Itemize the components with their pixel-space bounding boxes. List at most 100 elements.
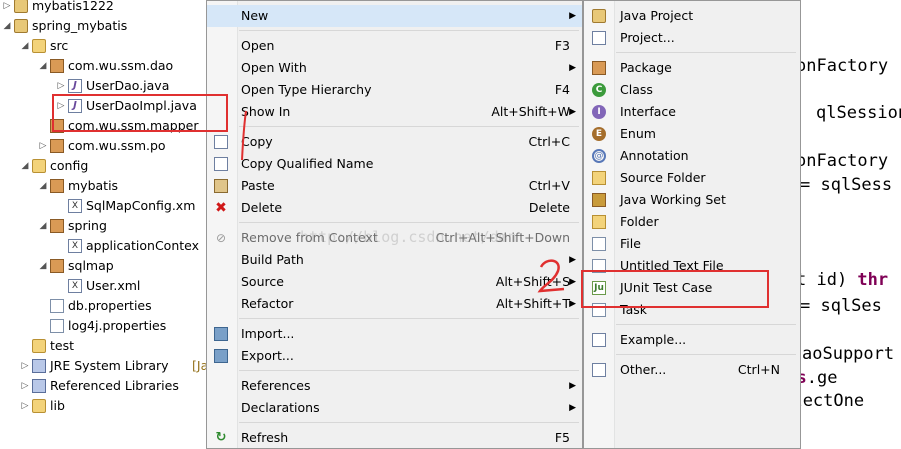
file-icon bbox=[50, 299, 64, 313]
menu-item-export[interactable]: Export... bbox=[207, 345, 582, 367]
menu-item-label: Refactor bbox=[241, 296, 294, 311]
menu-item-shortcut: F3 bbox=[554, 38, 570, 53]
menu-item-open[interactable]: Open F3 bbox=[207, 35, 582, 57]
submenu-item-java-working-set[interactable]: Java Working Set bbox=[584, 189, 800, 211]
submenu-item-label: Source Folder bbox=[620, 170, 706, 185]
menu-item-label: Delete bbox=[241, 200, 283, 215]
tree-item[interactable]: ▷ com.wu.ssm.po bbox=[0, 136, 210, 156]
tree-item[interactable]: ◢ config bbox=[0, 156, 210, 176]
import-icon bbox=[214, 327, 228, 341]
menu-item-open-with[interactable]: Open With ▶ bbox=[207, 57, 582, 79]
expand-arrow-icon[interactable]: ◢ bbox=[2, 16, 12, 36]
tree-item-label: config bbox=[50, 158, 89, 173]
submenu-arrow-icon: ▶ bbox=[569, 63, 576, 73]
expand-arrow-icon[interactable]: ◢ bbox=[38, 176, 48, 196]
tree-item[interactable]: XapplicationContex bbox=[0, 236, 210, 256]
expand-arrow-icon[interactable]: ▷ bbox=[20, 396, 30, 416]
tree-item[interactable]: ◢ com.wu.ssm.dao bbox=[0, 56, 210, 76]
tree-item-label: Referenced Libraries bbox=[50, 378, 179, 393]
submenu-item-label: Project... bbox=[620, 30, 675, 45]
menu-item-import[interactable]: Import... bbox=[207, 323, 582, 345]
expand-arrow-icon[interactable]: ▷ bbox=[56, 76, 66, 96]
tree-item[interactable]: test bbox=[0, 336, 210, 356]
menu-item-label: Import... bbox=[241, 326, 295, 341]
library-icon bbox=[32, 379, 46, 393]
expand-arrow-icon[interactable]: ◢ bbox=[38, 216, 48, 236]
menu-item-shortcut: F4 bbox=[554, 82, 570, 97]
annotation-icon: @ bbox=[592, 149, 606, 163]
menu-separator bbox=[616, 324, 796, 325]
expand-arrow-icon[interactable]: ▷ bbox=[20, 376, 30, 396]
tree-item[interactable]: X SqlMapConfig.xm bbox=[0, 196, 210, 216]
submenu-item-annotation[interactable]: @ Annotation bbox=[584, 145, 800, 167]
menu-item-references[interactable]: References ▶ bbox=[207, 375, 582, 397]
menu-item-show-in[interactable]: Show In Alt+Shift+W ▶ bbox=[207, 101, 582, 123]
submenu-item-project[interactable]: Project... bbox=[584, 27, 800, 49]
submenu-item-shortcut: Ctrl+N bbox=[737, 362, 780, 377]
submenu-item-java-project[interactable]: Java Project bbox=[584, 5, 800, 27]
tree-item-label: UserDao.java bbox=[86, 78, 170, 93]
tree-item[interactable]: ▷ J UserDao.java bbox=[0, 76, 210, 96]
source-folder-icon bbox=[32, 339, 46, 353]
tree-item[interactable]: X User.xml bbox=[0, 276, 210, 296]
menu-item-label: Open With bbox=[241, 60, 307, 75]
submenu-item-class[interactable]: C Class bbox=[584, 79, 800, 101]
menu-item-copy-qualified-name[interactable]: Copy Qualified Name bbox=[207, 153, 582, 175]
copy-icon bbox=[214, 157, 228, 171]
tree-item[interactable]: ◢ spring_mybatis bbox=[0, 16, 210, 36]
tree-item-label: User.xml bbox=[86, 278, 141, 293]
interface-icon: I bbox=[592, 105, 606, 119]
menu-item-new[interactable]: New ▶ bbox=[207, 5, 582, 27]
tree-item-label: spring_mybatis bbox=[32, 18, 128, 33]
paste-icon bbox=[214, 179, 228, 193]
expand-arrow-icon[interactable]: ◢ bbox=[20, 36, 30, 56]
submenu-item-file[interactable]: File bbox=[584, 233, 800, 255]
library-icon bbox=[32, 359, 46, 373]
tree-item[interactable]: ▷ mybatis1222 bbox=[0, 0, 210, 16]
tree-item[interactable]: ◢ mybatis bbox=[0, 176, 210, 196]
menu-item-open-type-hierarchy[interactable]: Open Type Hierarchy F4 bbox=[207, 79, 582, 101]
submenu-item-source-folder[interactable]: Source Folder bbox=[584, 167, 800, 189]
tree-item[interactable]: ▷ lib bbox=[0, 396, 210, 416]
menu-item-label: Refresh bbox=[241, 430, 289, 445]
tree-item[interactable]: ◢ src bbox=[0, 36, 210, 56]
tree-item[interactable]: ◢ sqlmap bbox=[0, 256, 210, 276]
menu-item-delete[interactable]: ✖ Delete Delete bbox=[207, 197, 582, 219]
tree-item[interactable]: log4j.properties bbox=[0, 316, 210, 336]
submenu-item-label: File bbox=[620, 236, 641, 251]
submenu-item-package[interactable]: Package bbox=[584, 57, 800, 79]
expand-arrow-icon[interactable]: ◢ bbox=[38, 56, 48, 76]
menu-item-refresh[interactable]: ↻ Refresh F5 bbox=[207, 427, 582, 449]
menu-item-refactor[interactable]: Refactor Alt+Shift+T ▶ bbox=[207, 293, 582, 315]
menu-item-label: Open Type Hierarchy bbox=[241, 82, 372, 97]
submenu-item-other[interactable]: Other... Ctrl+N bbox=[584, 359, 800, 381]
menu-item-declarations[interactable]: Declarations ▶ bbox=[207, 397, 582, 419]
submenu-item-enum[interactable]: E Enum bbox=[584, 123, 800, 145]
menu-item-build-path[interactable]: Build Path ▶ bbox=[207, 249, 582, 271]
tree-item[interactable]: ▷JRE System Library[Java bbox=[0, 356, 210, 376]
tree-item[interactable]: ◢ spring bbox=[0, 216, 210, 236]
expand-arrow-icon[interactable]: ▷ bbox=[2, 0, 12, 16]
code-line: = sqlSess bbox=[800, 175, 893, 195]
submenu-item-interface[interactable]: I Interface bbox=[584, 101, 800, 123]
menu-separator bbox=[239, 30, 579, 31]
submenu-item-folder[interactable]: Folder bbox=[584, 211, 800, 233]
expand-arrow-icon[interactable]: ◢ bbox=[38, 256, 48, 276]
menu-item-label: Declarations bbox=[241, 400, 320, 415]
expand-arrow-icon[interactable]: ◢ bbox=[20, 156, 30, 176]
menu-item-shortcut: Alt+Shift+W bbox=[491, 104, 570, 119]
expand-arrow-icon[interactable]: ▷ bbox=[20, 356, 30, 376]
expand-arrow-icon[interactable]: ▷ bbox=[38, 136, 48, 156]
example-icon bbox=[592, 333, 606, 347]
menu-item-label: Paste bbox=[241, 178, 275, 193]
menu-item-copy[interactable]: Copy Ctrl+C bbox=[207, 131, 582, 153]
menu-item-paste[interactable]: Paste Ctrl+V bbox=[207, 175, 582, 197]
tree-item[interactable]: ▷ Referenced Libraries bbox=[0, 376, 210, 396]
menu-item-source[interactable]: Source Alt+Shift+S ▶ bbox=[207, 271, 582, 293]
tree-item[interactable]: db.properties bbox=[0, 296, 210, 316]
submenu-item-example[interactable]: Example... bbox=[584, 329, 800, 351]
package-icon bbox=[592, 61, 606, 75]
java-project-icon bbox=[592, 9, 606, 23]
menu-item-label: Copy Qualified Name bbox=[241, 156, 374, 171]
tree-item-label: applicationContex bbox=[86, 238, 200, 253]
